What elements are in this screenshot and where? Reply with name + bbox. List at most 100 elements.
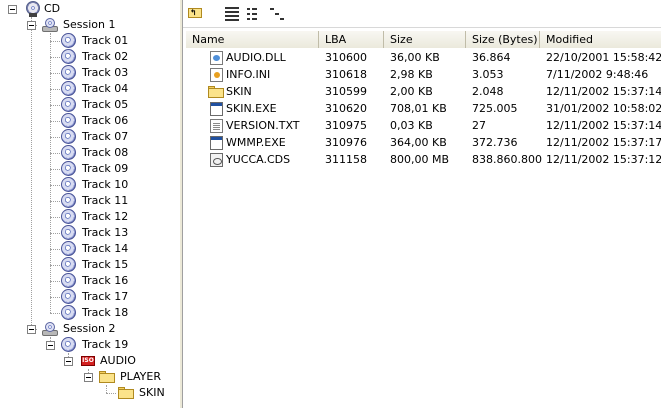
tree-item-track[interactable]: Track 18 xyxy=(0,305,179,321)
column-header-size-bytes[interactable]: Size (Bytes) xyxy=(466,31,540,48)
tree-line xyxy=(50,201,60,202)
file-name: AUDIO.DLL xyxy=(226,51,286,64)
collapse-toggle[interactable] xyxy=(27,325,36,334)
file-row[interactable]: VERSION.TXT 310975 0,03 KB 27 12/11/2002 15:… xyxy=(186,118,661,134)
tree-item-track[interactable]: Track 09 xyxy=(0,161,179,177)
tree-item-track[interactable]: Track 08 xyxy=(0,145,179,161)
audio-track-icon xyxy=(61,177,76,192)
tree-item-label: Track 06 xyxy=(82,114,129,127)
tree-item-label: Track 09 xyxy=(82,162,129,175)
tree-item-label: Track 03 xyxy=(82,66,129,79)
tree-item-track[interactable]: Track 11 xyxy=(0,193,179,209)
tree-item-label: CD xyxy=(44,2,61,15)
tree-line xyxy=(50,265,60,266)
list-view-button[interactable] xyxy=(246,5,264,21)
tree-line xyxy=(50,297,60,298)
audio-track-icon xyxy=(61,81,76,96)
tree-item-track[interactable]: Track 10 xyxy=(0,177,179,193)
settings-file-icon xyxy=(210,68,223,82)
file-lba: 310976 xyxy=(325,136,367,149)
file-row[interactable]: WMMP.EXE 310976 364,00 KB 372.736 12/11/2002… xyxy=(186,135,661,151)
audio-track-icon xyxy=(61,289,76,304)
details-view-button[interactable] xyxy=(223,5,241,21)
tree-line xyxy=(50,89,60,90)
tree-item-label: SKIN xyxy=(139,386,165,399)
tree-item-track[interactable]: Track 15 xyxy=(0,257,179,273)
column-header-size[interactable]: Size xyxy=(384,31,466,48)
tree-line xyxy=(50,185,60,186)
file-row[interactable]: INFO.INI 310618 2,98 KB 3.053 7/11/2002 9:48… xyxy=(186,67,661,83)
folder-up-button[interactable]: ↰ xyxy=(186,5,204,21)
file-size: 2,00 KB xyxy=(390,85,433,98)
tree-item-label: Track 05 xyxy=(82,98,129,111)
audio-track-icon xyxy=(61,129,76,144)
file-size: 0,03 KB xyxy=(390,119,433,132)
tree-item-session-1[interactable]: Session 1 xyxy=(0,17,179,33)
file-size-bytes: 725.005 xyxy=(472,102,518,115)
file-row[interactable]: SKIN 310599 2,00 KB 2.048 12/11/2002 15:37:1… xyxy=(186,84,661,100)
tree-item-track[interactable]: Track 14 xyxy=(0,241,179,257)
file-lba: 310620 xyxy=(325,102,367,115)
tree-item-track[interactable]: Track 17 xyxy=(0,289,179,305)
tree-item-skin[interactable]: SKIN xyxy=(0,385,179,401)
file-name: YUCCA.CDS xyxy=(226,153,291,166)
tree-item-audio[interactable]: ISO AUDIO xyxy=(0,353,179,369)
tree-item-label: Track 04 xyxy=(82,82,129,95)
tree-line xyxy=(50,169,60,170)
tree-item-track-19[interactable]: Track 19 xyxy=(0,337,179,353)
tree-item-label: Session 2 xyxy=(63,322,116,335)
tree-line xyxy=(50,217,60,218)
audio-track-icon xyxy=(61,273,76,288)
tree-line xyxy=(50,57,60,58)
file-size-bytes: 2.048 xyxy=(472,85,504,98)
tree-item-cd[interactable]: CD xyxy=(0,1,179,17)
tree-item-label: Track 07 xyxy=(82,130,129,143)
tree-item-track[interactable]: Track 12 xyxy=(0,209,179,225)
tree-item-player[interactable]: PLAYER xyxy=(0,369,179,385)
file-modified: 7/11/2002 9:48:46 xyxy=(546,68,649,81)
tree-item-track[interactable]: Track 03 xyxy=(0,65,179,81)
file-row[interactable]: AUDIO.DLL 310600 36,00 KB 36.864 22/10/2001 … xyxy=(186,50,661,66)
collapse-toggle[interactable] xyxy=(27,21,36,30)
file-size-bytes: 3.053 xyxy=(472,68,504,81)
file-size: 36,00 KB xyxy=(390,51,440,64)
file-size-bytes: 27 xyxy=(472,119,486,132)
tree-item-track[interactable]: Track 05 xyxy=(0,97,179,113)
tree-line xyxy=(50,121,60,122)
collapse-toggle[interactable] xyxy=(84,373,93,382)
tree-item-track[interactable]: Track 13 xyxy=(0,225,179,241)
tree-item-track[interactable]: Track 16 xyxy=(0,273,179,289)
file-row[interactable]: SKIN.EXE 310620 708,01 KB 725.005 31/01/2002… xyxy=(186,101,661,117)
file-modified: 12/11/2002 15:37:17 xyxy=(546,136,661,149)
audio-track-icon xyxy=(61,97,76,112)
column-header-name[interactable]: Name xyxy=(186,31,319,48)
file-size: 800,00 MB xyxy=(390,153,450,166)
file-row[interactable]: YUCCA.CDS 311158 800,00 MB 838.860.800 12/11… xyxy=(186,152,661,168)
tree-line xyxy=(106,393,116,394)
collapse-toggle[interactable] xyxy=(8,5,17,14)
tree-pane[interactable]: CD Session 1 Track 01 Track 02 Track 03 Tra… xyxy=(0,0,179,408)
executable-icon xyxy=(210,102,223,116)
tree-item-track[interactable]: Track 02 xyxy=(0,49,179,65)
tree-view-button[interactable] xyxy=(269,5,287,21)
file-name: SKIN xyxy=(226,85,252,98)
tree-item-track[interactable]: Track 07 xyxy=(0,129,179,145)
column-header-lba[interactable]: LBA xyxy=(319,31,384,48)
tree-item-track[interactable]: Track 01 xyxy=(0,33,179,49)
tree-item-track[interactable]: Track 04 xyxy=(0,81,179,97)
tree-item-label: Track 17 xyxy=(82,290,129,303)
collapse-toggle[interactable] xyxy=(64,357,73,366)
pane-splitter[interactable] xyxy=(179,0,183,408)
tree-line xyxy=(50,233,60,234)
audio-track-icon xyxy=(61,241,76,256)
audio-track-icon xyxy=(61,113,76,128)
collapse-toggle[interactable] xyxy=(46,341,55,350)
tree-item-track[interactable]: Track 06 xyxy=(0,113,179,129)
audio-track-icon xyxy=(61,65,76,80)
column-header-modified[interactable]: Modified xyxy=(540,31,661,48)
audio-track-icon xyxy=(61,209,76,224)
file-lba: 310600 xyxy=(325,51,367,64)
iso-volume-icon: ISO xyxy=(81,356,95,366)
tree-item-session-2[interactable]: Session 2 xyxy=(0,321,179,337)
audio-track-icon xyxy=(61,257,76,272)
